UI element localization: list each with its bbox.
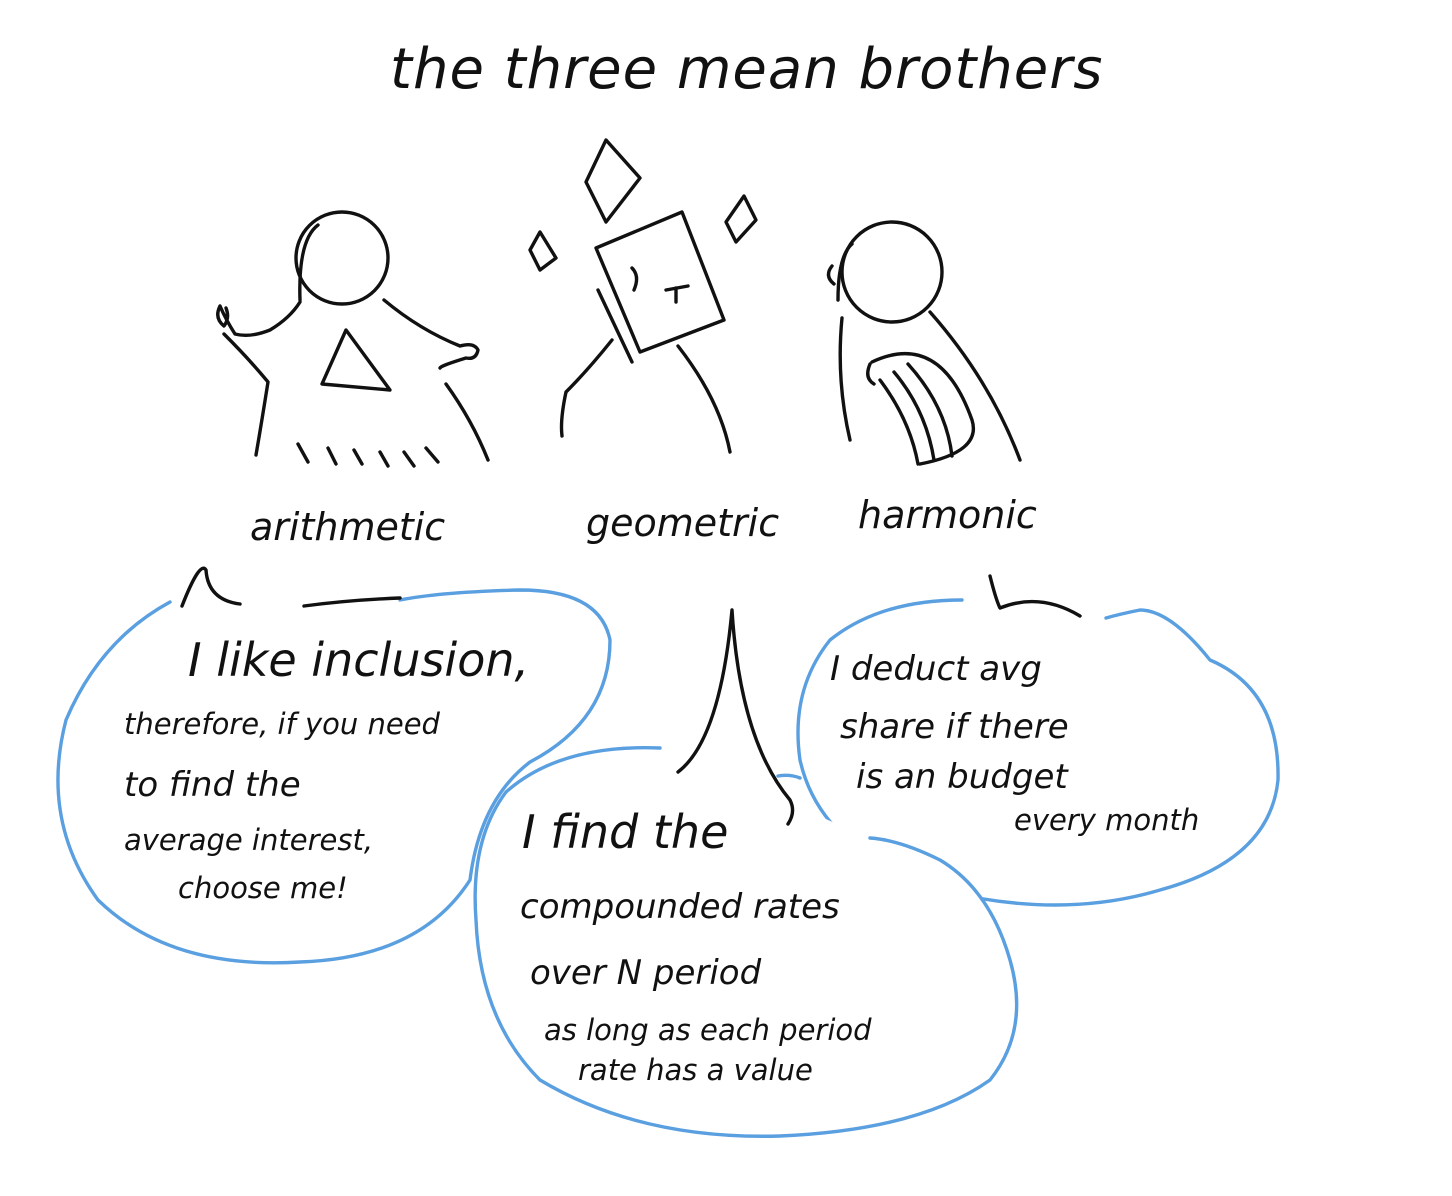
harmonic-right-side: [928, 310, 1022, 462]
harmonic-figure: harmonic: [826, 220, 1037, 537]
harmonic-speech-line-2: share if there: [840, 707, 1069, 747]
harmonic-head: [840, 220, 944, 324]
arithmetic-bubble-tail: [180, 566, 402, 608]
arithmetic-speech-line-4: average interest,: [124, 823, 373, 857]
harp-icon: [866, 352, 975, 466]
arithmetic-left-side: [222, 332, 270, 457]
floating-diamond-left: [528, 230, 558, 272]
arithmetic-speech-line-1: I like inclusion,: [188, 633, 529, 687]
harmonic-label: harmonic: [858, 493, 1037, 537]
geometric-left-leg: [559, 338, 614, 438]
geometric-bubble-mark: [776, 773, 802, 780]
arithmetic-triangle-emblem: [320, 328, 392, 392]
arithmetic-head: [294, 210, 390, 306]
arithmetic-right-side: [444, 382, 490, 462]
arithmetic-right-arm: [382, 298, 480, 370]
doodle-canvas: the three mean brothers arithmetic geome…: [56, 37, 1280, 1138]
arithmetic-left-arm: [216, 300, 302, 338]
geometric-square-body: [594, 210, 726, 354]
geometric-right-leg: [676, 344, 732, 454]
diagram-title: the three mean brothers: [390, 37, 1103, 102]
geometric-figure: geometric: [528, 138, 779, 545]
geometric-speech-line-3: over N period: [530, 953, 762, 993]
floating-diamond-top: [584, 138, 642, 224]
harmonic-hair: [826, 242, 854, 302]
arithmetic-speech-line-2: therefore, if you need: [124, 707, 441, 741]
harmonic-left-side: [838, 316, 852, 442]
geometric-label: geometric: [586, 501, 779, 545]
geometric-speech-line-1: I find the: [522, 805, 728, 859]
geometric-speech-line-4: as long as each period: [544, 1013, 872, 1047]
floating-diamond-right: [724, 194, 758, 244]
arithmetic-figure: arithmetic: [216, 210, 490, 549]
geometric-speech-line-2: compounded rates: [520, 887, 840, 927]
arithmetic-label: arithmetic: [250, 505, 445, 549]
arithmetic-speech-line-5: choose me!: [178, 871, 348, 905]
harmonic-speech-line-4: every month: [1014, 803, 1199, 837]
arithmetic-speech-line-3: to find the: [124, 765, 301, 805]
geometric-face: [630, 266, 690, 304]
harmonic-speech-line-1: I deduct avg: [830, 649, 1042, 689]
geometric-speech-line-5: rate has a value: [578, 1053, 813, 1087]
arithmetic-hem-strokes: [296, 442, 440, 468]
harmonic-speech-line-3: is an budget: [856, 757, 1069, 797]
